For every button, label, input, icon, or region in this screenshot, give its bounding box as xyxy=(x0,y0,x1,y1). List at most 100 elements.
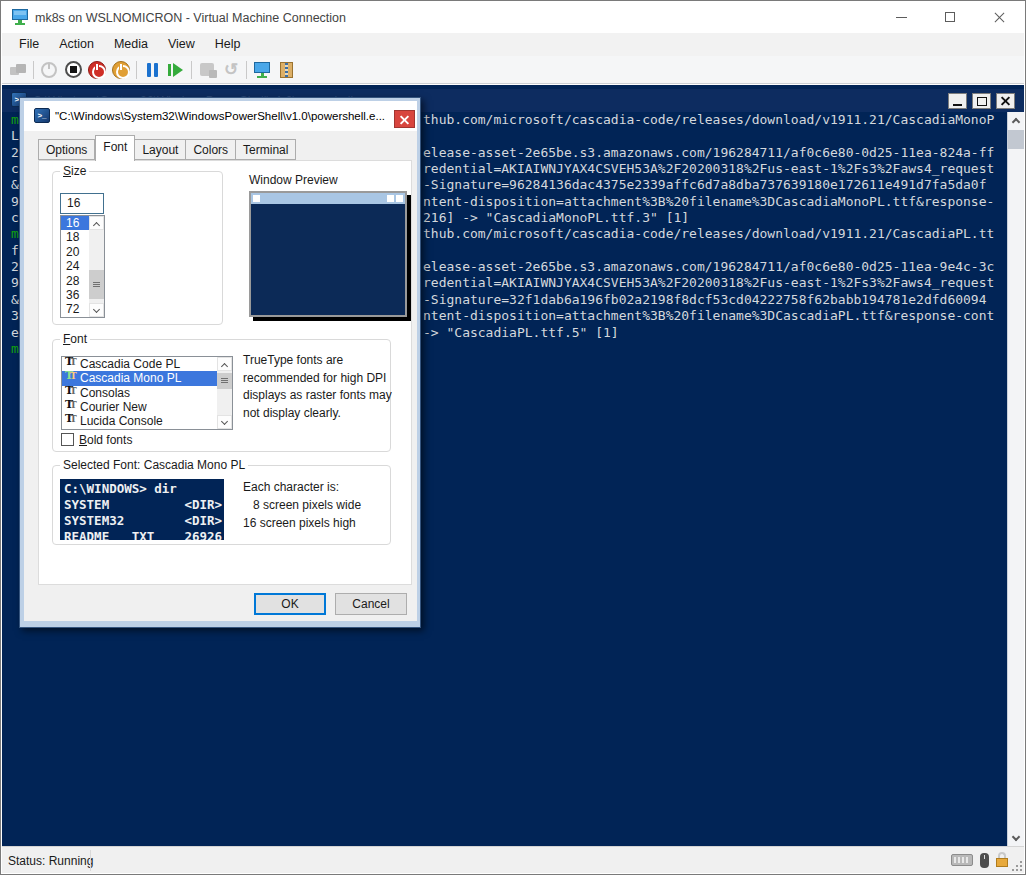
keyboard-icon xyxy=(951,854,973,866)
font-list-scrollbar[interactable] xyxy=(217,357,232,429)
truetype-icon: TT xyxy=(65,387,80,399)
size-option[interactable]: 36 xyxy=(61,288,90,302)
window-preview xyxy=(249,191,407,317)
scroll-down-icon[interactable] xyxy=(1008,830,1024,847)
maximize-button[interactable] xyxy=(926,2,975,33)
start-icon[interactable] xyxy=(37,59,61,81)
revert-icon[interactable]: ↺ xyxy=(219,59,243,81)
console-line-left: m xyxy=(11,226,19,242)
scroll-up-icon[interactable] xyxy=(89,216,104,230)
statusbar: Status: Running xyxy=(2,846,1024,873)
size-option[interactable]: 20 xyxy=(61,245,90,259)
menu-media[interactable]: Media xyxy=(104,33,158,56)
titlebar: mk8s on WSLNOMICRON - Virtual Machine Co… xyxy=(2,2,1024,33)
lock-icon xyxy=(996,852,1008,868)
console-line-left: 2 xyxy=(11,259,19,275)
caption-buttons xyxy=(877,2,1024,33)
truetype-icon: TT xyxy=(65,358,80,370)
resume-icon[interactable] xyxy=(164,59,188,81)
console-line-left: & xyxy=(11,177,19,193)
console-line-right: 216] -> "CascadiaMonoPL.ttf.3" [1] xyxy=(423,210,689,226)
font-list-item[interactable]: TTLucida Console xyxy=(62,414,218,428)
font-list-item-selected[interactable]: TTCascadia Mono PL xyxy=(62,371,218,385)
powershell-icon: >_ xyxy=(34,108,50,123)
scrollbar-thumb[interactable] xyxy=(89,270,104,299)
close-button[interactable] xyxy=(975,2,1024,33)
console-line-right: -Signature=96284136dac4375e2339affc6d7a8… xyxy=(423,177,987,193)
resize-grip[interactable] xyxy=(1010,859,1022,871)
minimize-button[interactable] xyxy=(877,2,926,33)
console-line-left: 3 xyxy=(11,308,19,324)
dialog-titlebar: >_ "C:\Windows\System32\WindowsPowerShel… xyxy=(24,101,417,131)
pause-icon[interactable] xyxy=(140,59,164,81)
size-group: Size 16 16 18 20 24 28 36 72 xyxy=(52,171,223,325)
cancel-button[interactable]: Cancel xyxy=(335,593,407,615)
font-list-item[interactable]: TTCourier New xyxy=(62,400,218,414)
scroll-up-icon[interactable] xyxy=(1008,112,1024,129)
enhanced-session-icon[interactable] xyxy=(250,59,274,81)
font-group: Font TTCascadia Code PL TTCascadia Mono … xyxy=(52,339,391,452)
dialog-close-button[interactable] xyxy=(394,110,415,128)
scroll-down-icon[interactable] xyxy=(89,303,104,317)
window-preview-label: Window Preview xyxy=(249,173,338,187)
toolbar: ↺ xyxy=(2,56,1024,84)
console-line-right: ntent-disposition=attachment%3B%20filena… xyxy=(423,308,994,324)
truetype-icon: TT xyxy=(65,401,80,413)
scroll-up-icon[interactable] xyxy=(217,357,232,371)
share-icon[interactable] xyxy=(274,59,298,81)
tab-colors[interactable]: Colors xyxy=(186,139,236,160)
selected-font-label: Selected Font: Cascadia Mono PL xyxy=(60,458,248,472)
console-close-button[interactable] xyxy=(996,93,1015,109)
menubar: File Action Media View Help xyxy=(2,33,1024,56)
console-line-right: elease-asset-2e65be.s3.amazonaws.com/196… xyxy=(423,145,994,161)
scrollbar-thumb[interactable] xyxy=(217,373,232,389)
console-minimize-button[interactable] xyxy=(948,93,967,109)
size-option[interactable]: 72 xyxy=(61,302,90,316)
truetype-note: TrueType fonts are recommended for high … xyxy=(243,352,403,422)
tab-font[interactable]: Font xyxy=(95,135,135,161)
bold-fonts-checkbox[interactable] xyxy=(61,433,74,446)
truetype-icon: TT xyxy=(65,372,80,384)
menu-file[interactable]: File xyxy=(9,33,49,56)
size-list-scrollbar[interactable] xyxy=(89,216,104,317)
menu-view[interactable]: View xyxy=(158,33,205,56)
console-scrollbar[interactable] xyxy=(1007,112,1024,847)
size-option[interactable]: 28 xyxy=(61,274,90,288)
console-properties-dialog: >_ "C:\Windows\System32\WindowsPowerShel… xyxy=(19,97,421,628)
ctrl-alt-del-icon[interactable] xyxy=(6,59,30,81)
console-maximize-button[interactable] xyxy=(972,93,991,109)
window-preview-titlebar xyxy=(251,193,405,204)
size-option[interactable]: 16 xyxy=(61,216,90,230)
console-line-right: redential=AKIAIWNJYAX4CSVEH53A%2F2020031… xyxy=(423,275,994,291)
tab-terminal[interactable]: Terminal xyxy=(236,139,296,160)
tab-layout[interactable]: Layout xyxy=(135,139,186,160)
console-line-left: f xyxy=(11,243,19,259)
size-option[interactable]: 24 xyxy=(61,259,90,273)
scroll-down-icon[interactable] xyxy=(217,415,232,429)
save-state-icon[interactable] xyxy=(109,59,133,81)
tab-options[interactable]: Options xyxy=(38,139,95,160)
vm-connection-window: mk8s on WSLNOMICRON - Virtual Machine Co… xyxy=(0,0,1026,875)
checkpoint-icon[interactable] xyxy=(195,59,219,81)
size-input[interactable]: 16 xyxy=(60,193,104,214)
menu-help[interactable]: Help xyxy=(205,33,251,56)
truetype-icon: TT xyxy=(65,415,80,427)
hyperv-app-icon xyxy=(12,9,29,26)
font-group-label: Font xyxy=(60,332,90,346)
turn-off-icon[interactable] xyxy=(61,59,85,81)
console-line-right: thub.com/microsoft/cascadia-code/release… xyxy=(423,226,994,242)
size-option[interactable]: 18 xyxy=(61,230,90,244)
ok-button[interactable]: OK xyxy=(254,593,326,615)
console-line-left: 2 xyxy=(11,145,19,161)
scrollbar-thumb[interactable] xyxy=(1008,130,1024,149)
console-line-right: redential=AKIAIWNJYAX4CSVEH53A%2F2020031… xyxy=(423,161,994,177)
font-list-item[interactable]: TTConsolas xyxy=(62,386,218,400)
console-line-left: 9 xyxy=(11,275,19,291)
shut-down-icon[interactable] xyxy=(85,59,109,81)
console-line-left: 9 xyxy=(11,194,19,210)
console-line-left: c xyxy=(11,161,19,177)
mouse-icon xyxy=(980,853,989,868)
bold-fonts-label: Bold fonts xyxy=(79,433,132,447)
menu-action[interactable]: Action xyxy=(49,33,104,56)
font-list-item[interactable]: TTCascadia Code PL xyxy=(62,357,218,371)
